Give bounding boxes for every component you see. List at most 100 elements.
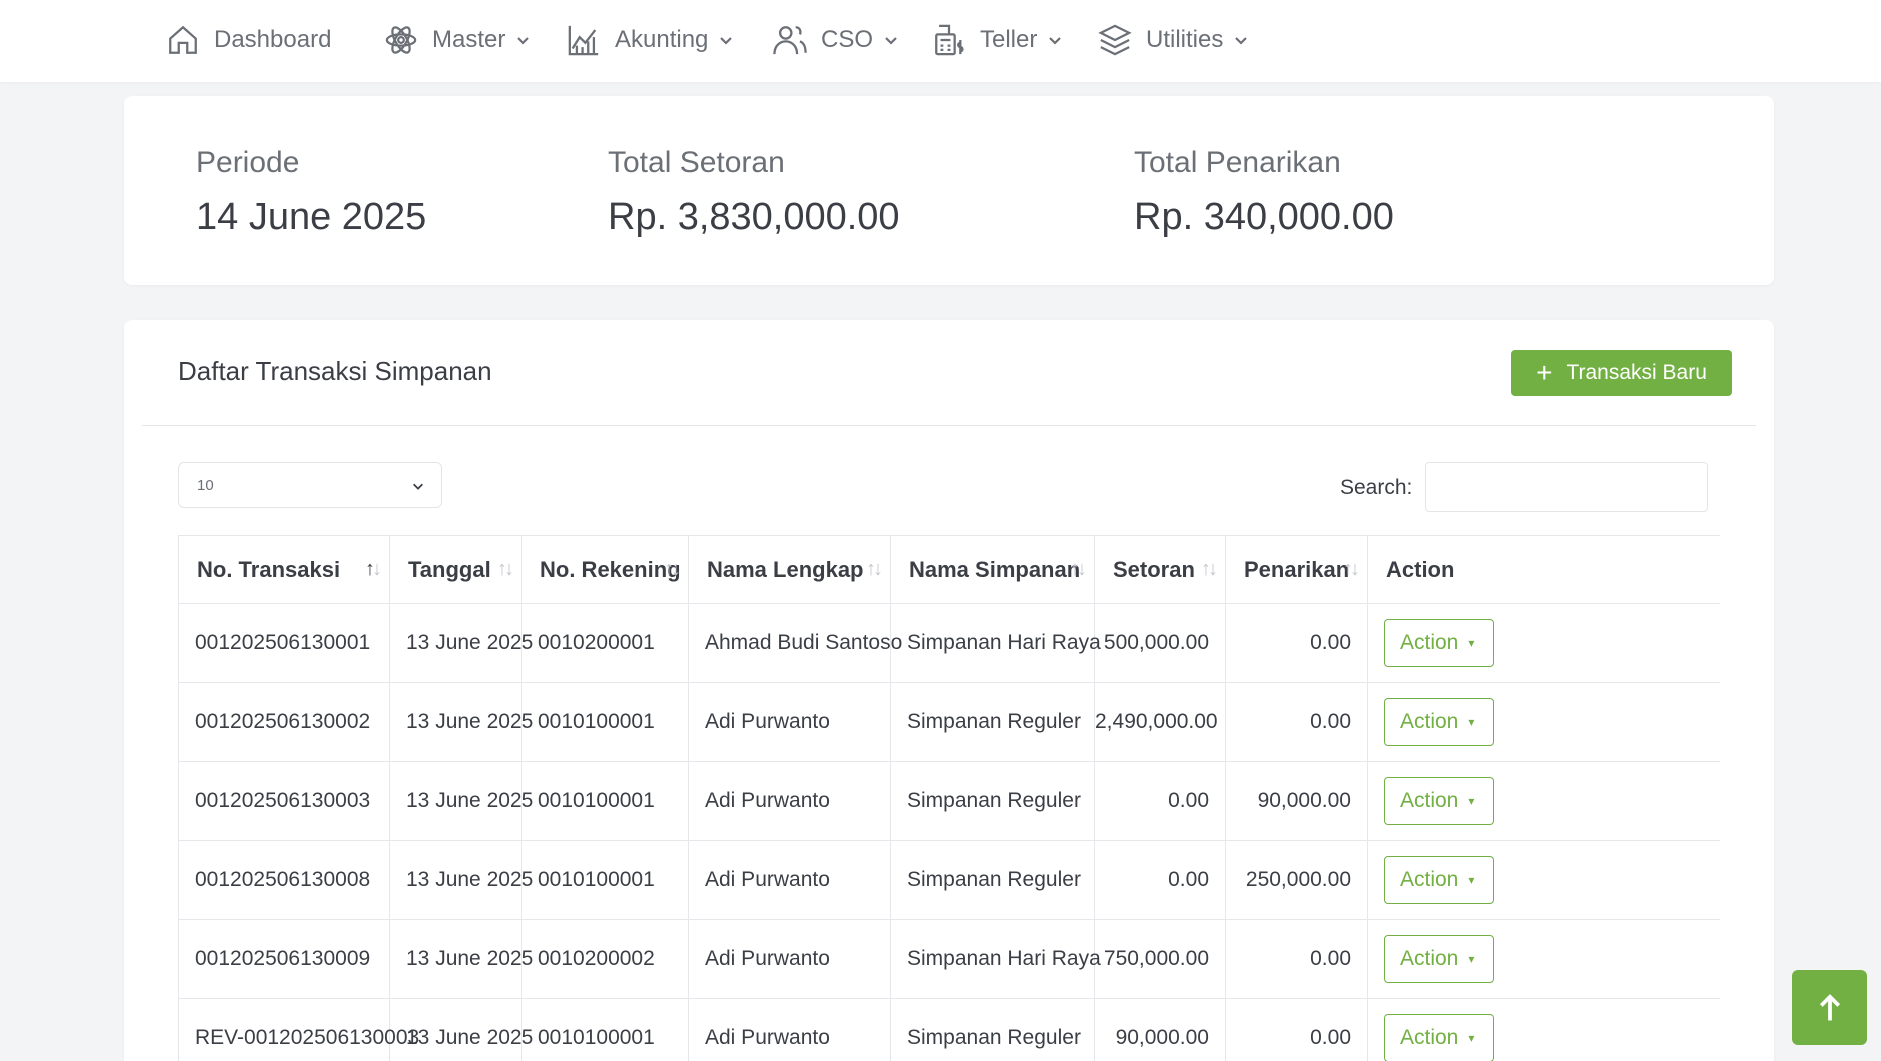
row-action-label: Action — [1400, 947, 1459, 970]
cell-action: Action ▾ — [1367, 682, 1720, 762]
cell-tanggal: 13 June 2025 — [389, 603, 533, 683]
page-length-value: 10 — [197, 476, 214, 494]
cell-action: Action ▾ — [1367, 919, 1720, 999]
row-action-button[interactable]: Action ▾ — [1384, 777, 1494, 825]
sort-icon: ↑↓ — [365, 558, 382, 580]
chevron-down-icon — [885, 37, 897, 45]
stat-penarikan-label: Total Penarikan — [1134, 146, 1341, 179]
sort-icon: ↑↓ — [664, 558, 681, 580]
column-header-tanggal[interactable]: Tanggal ↑↓ — [389, 535, 522, 604]
column-label: Tanggal — [408, 556, 491, 582]
column-label: Penarikan — [1244, 556, 1350, 582]
transactions-table-wrapper: No. Transaksi ↑↓ Tanggal ↑↓ No. Rekening ↑↓… — [178, 535, 1720, 1061]
column-label: No. Rekening — [540, 556, 681, 582]
cell-tanggal: 13 June 2025 — [389, 840, 533, 920]
row-action-button[interactable]: Action ▾ — [1384, 698, 1494, 746]
cell-action: Action ▾ — [1367, 761, 1720, 841]
cell-penarikan: 0.00 — [1225, 919, 1368, 999]
cell-action: Action ▾ — [1367, 998, 1720, 1061]
table-row: 001202506130008 13 June 2025 0010100001 Adi… — [178, 840, 1720, 920]
cell-tanggal: 13 June 2025 — [389, 998, 533, 1061]
cell-nama-lengkap: Adi Purwanto — [688, 682, 891, 762]
row-action-label: Action — [1400, 710, 1459, 733]
cell-tanggal: 13 June 2025 — [389, 919, 533, 999]
cell-no-transaksi: 001202506130009 — [178, 919, 390, 999]
row-action-button[interactable]: Action ▾ — [1384, 619, 1494, 667]
list-title: Daftar Transaksi Simpanan — [178, 356, 492, 386]
transactions-table: No. Transaksi ↑↓ Tanggal ↑↓ No. Rekening ↑↓… — [178, 535, 1720, 1061]
stat-total-penarikan: Total Penarikan Rp. 340,000.00 — [1134, 146, 1394, 239]
column-header-setoran[interactable]: Setoran ↑↓ — [1094, 535, 1226, 604]
cell-setoran: 90,000.00 — [1094, 998, 1226, 1061]
column-label: Nama Simpanan — [909, 556, 1081, 582]
column-header-nama-simpanan[interactable]: Nama Simpanan ↑↓ — [890, 535, 1095, 604]
nav-dashboard-label: Dashboard — [214, 26, 332, 53]
nav-teller[interactable]: Teller — [932, 20, 1063, 60]
divider — [142, 425, 1756, 426]
cell-nama-lengkap: Adi Purwanto — [688, 840, 891, 920]
cell-tanggal: 13 June 2025 — [389, 682, 533, 762]
nav-dashboard[interactable]: Dashboard — [166, 20, 331, 60]
cell-no-rekening: 0010200002 — [521, 919, 689, 999]
cell-nama-simpanan: Simpanan Reguler — [890, 840, 1095, 920]
chevron-down-icon — [413, 483, 423, 490]
caret-down-icon: ▾ — [1468, 636, 1475, 650]
cell-nama-simpanan: Simpanan Reguler — [890, 682, 1095, 762]
stat-periode-value: 14 June 2025 — [196, 196, 427, 238]
column-header-nama-lengkap[interactable]: Nama Lengkap ↑↓ — [688, 535, 891, 604]
row-action-button[interactable]: Action ▾ — [1384, 856, 1494, 904]
search-label: Search: — [1340, 476, 1413, 499]
home-icon — [169, 25, 197, 54]
nav-master-label: Master — [432, 26, 506, 53]
column-header-no-rekening[interactable]: No. Rekening ↑↓ — [521, 535, 689, 604]
column-label: Nama Lengkap — [707, 556, 864, 582]
cell-no-rekening: 0010100001 — [521, 761, 689, 841]
plus-icon: + — [1536, 357, 1553, 388]
sort-icon: ↑↓ — [1343, 558, 1360, 580]
row-action-label: Action — [1400, 868, 1459, 891]
sort-icon: ↑↓ — [1070, 558, 1087, 580]
cell-no-transaksi: REV-001202506130003 — [178, 998, 419, 1061]
cell-penarikan: 0.00 — [1225, 682, 1368, 762]
cell-setoran: 750,000.00 — [1094, 919, 1226, 999]
nav-cso[interactable]: CSO — [773, 20, 899, 60]
cell-tanggal: 13 June 2025 — [389, 761, 533, 841]
column-label: Setoran — [1113, 556, 1195, 582]
atom-icon — [385, 26, 417, 54]
cell-nama-simpanan: Simpanan Hari Raya — [890, 603, 1101, 683]
chart-icon — [568, 25, 599, 56]
row-action-button[interactable]: Action ▾ — [1384, 1014, 1494, 1061]
cell-action: Action ▾ — [1367, 603, 1720, 683]
nav-utilities[interactable]: Utilities — [1098, 20, 1249, 60]
column-header-no-transaksi[interactable]: No. Transaksi ↑↓ — [178, 535, 390, 604]
stat-penarikan-value: Rp. 340,000.00 — [1134, 196, 1394, 238]
caret-down-icon: ▾ — [1468, 873, 1475, 887]
cell-no-transaksi: 001202506130001 — [178, 603, 390, 683]
search-input[interactable] — [1425, 462, 1708, 512]
table-row: 001202506130009 13 June 2025 0010200002 Adi… — [178, 919, 1720, 999]
column-header-penarikan[interactable]: Penarikan ↑↓ — [1225, 535, 1368, 604]
caret-down-icon: ▾ — [1468, 1031, 1475, 1045]
stat-total-setoran: Total Setoran Rp. 3,830,000.00 — [608, 146, 900, 239]
cell-no-transaksi: 001202506130003 — [178, 761, 390, 841]
table-row: 001202506130003 13 June 2025 0010100001 Adi… — [178, 761, 1720, 841]
sort-icon: ↑↓ — [866, 558, 883, 580]
new-transaction-button[interactable]: + Transaksi Baru — [1511, 350, 1732, 396]
column-label: Action — [1386, 556, 1455, 582]
row-action-button[interactable]: Action ▾ — [1384, 935, 1494, 983]
cell-no-rekening: 0010200001 — [521, 603, 689, 683]
nav-master[interactable]: Master — [384, 20, 531, 60]
caret-down-icon: ▾ — [1468, 952, 1475, 966]
cell-nama-simpanan: Simpanan Reguler — [890, 761, 1095, 841]
page-length-select[interactable]: 10 — [178, 462, 442, 508]
chevron-down-icon — [1049, 37, 1062, 45]
sort-icon: ↑↓ — [497, 558, 514, 580]
nav-teller-label: Teller — [980, 26, 1038, 53]
nav-cso-label: CSO — [821, 26, 874, 53]
chevron-down-icon — [1235, 37, 1248, 45]
chevron-down-icon — [517, 37, 530, 45]
nav-akunting[interactable]: Akunting — [567, 20, 734, 60]
stat-setoran-value: Rp. 3,830,000.00 — [608, 196, 900, 238]
scroll-to-top-button[interactable] — [1792, 970, 1867, 1045]
row-action-label: Action — [1400, 789, 1459, 812]
